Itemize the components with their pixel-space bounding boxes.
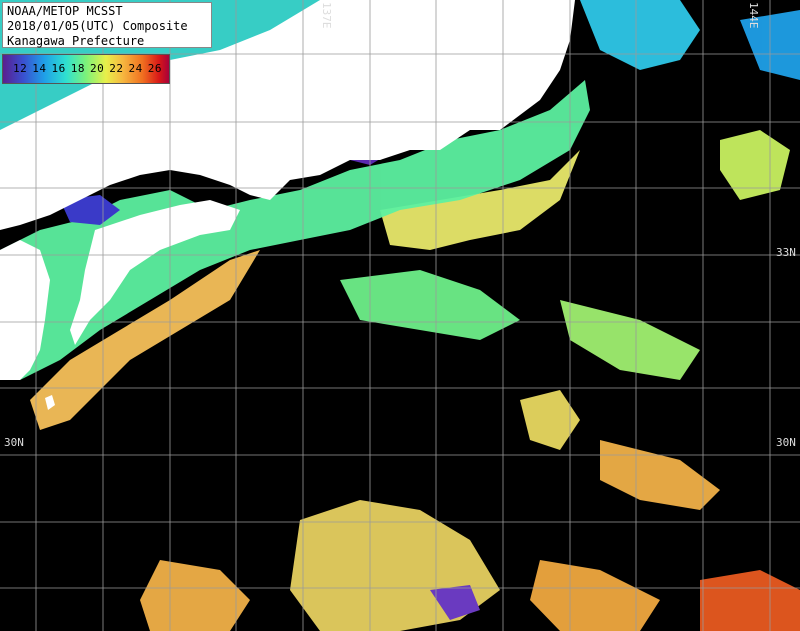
title-line-region: Kanagawa Prefecture — [7, 34, 145, 48]
lon-label-144e: 144E — [747, 2, 760, 29]
title-line-date: 2018/01/05(UTC) Composite — [7, 19, 188, 33]
legend-tick: 26 — [147, 62, 162, 75]
legend-tick: 14 — [32, 62, 47, 75]
legend-tick: 12 — [13, 62, 28, 75]
color-scale-legend: 12 14 16 18 20 22 24 26 — [2, 54, 170, 84]
sst-map — [0, 0, 800, 631]
lat-label-30n-left: 30N — [4, 436, 24, 449]
lat-label-33n: 33N — [776, 246, 796, 259]
color-scale-labels: 12 14 16 18 20 22 24 26 — [13, 62, 167, 75]
legend-tick: 20 — [90, 62, 105, 75]
title-box: NOAA/METOP MCSST 2018/01/05(UTC) Composi… — [2, 2, 212, 48]
title-line-source: NOAA/METOP MCSST — [7, 4, 123, 18]
lon-label-137e: 137E — [320, 2, 333, 29]
legend-tick: 22 — [109, 62, 124, 75]
legend-tick: 24 — [128, 62, 143, 75]
legend-tick: 16 — [51, 62, 66, 75]
lat-label-30n-right: 30N — [776, 436, 796, 449]
legend-tick: 18 — [70, 62, 85, 75]
